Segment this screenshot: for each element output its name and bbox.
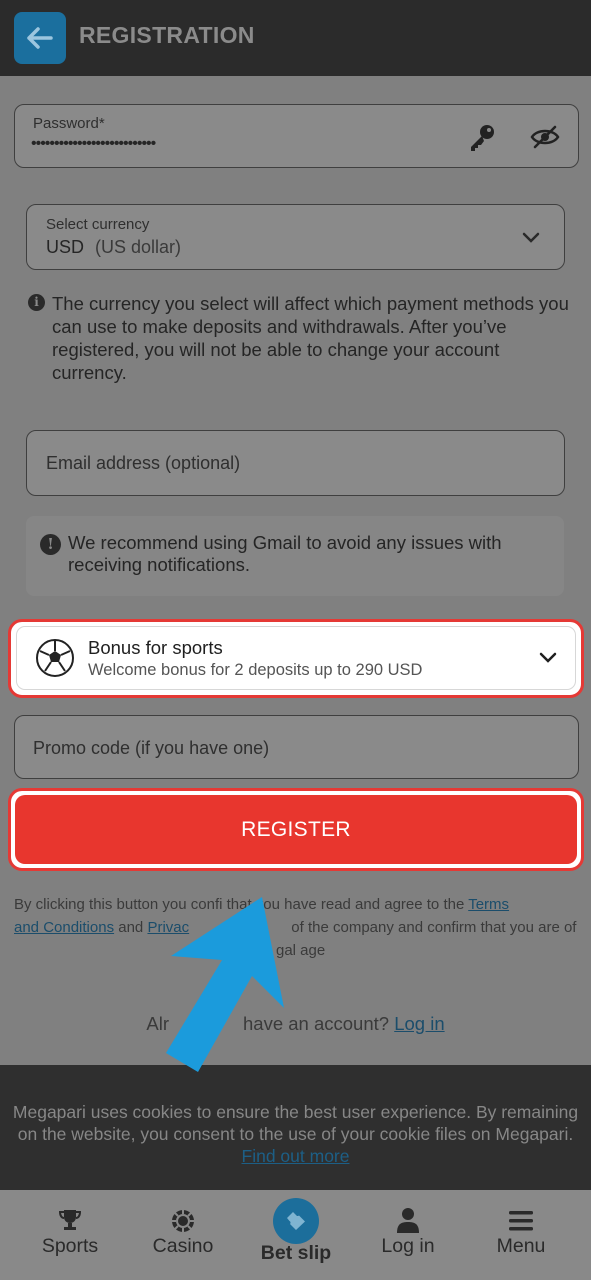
currency-label: Select currency [46, 216, 150, 233]
chevron-down-icon [539, 652, 557, 663]
casino-chip-icon [172, 1210, 194, 1232]
currency-select[interactable]: Select currency USD (US dollar) [26, 204, 565, 270]
eye-slash-icon[interactable] [530, 123, 560, 151]
nav-item-casino[interactable]: Casino [138, 1190, 228, 1280]
back-button[interactable] [14, 12, 66, 64]
ticket-icon [287, 1212, 305, 1230]
login-prompt-text: have an account? [243, 1013, 395, 1034]
user-icon [397, 1208, 419, 1233]
find-out-more-link[interactable]: Find out more [242, 1146, 350, 1166]
nav-item-sports[interactable]: Sports [25, 1190, 115, 1280]
terms-link[interactable]: Terms [468, 896, 509, 913]
nav-label: Menu [496, 1235, 546, 1257]
currency-code: USD [46, 237, 85, 257]
ticket-icon-wrap [273, 1198, 319, 1244]
nav-item-login[interactable]: Log in [363, 1190, 453, 1280]
email-placeholder: Email address (optional) [46, 453, 241, 473]
nav-label: Sports [41, 1235, 99, 1257]
nav-label: Bet slip [260, 1242, 332, 1264]
bottom-nav: Sports Casino Bet slip Log in Menu [0, 1190, 591, 1280]
cookie-banner: Megapari uses cookies to ensure the best… [0, 1065, 591, 1190]
email-note-text: We recommend using Gmail to avoid any is… [68, 532, 502, 575]
terms-text-part: that you have read and agree to the [222, 896, 469, 913]
app-header: REGISTRATION [0, 0, 591, 76]
bonus-title: Bonus for sports [88, 637, 223, 658]
bonus-select-inner[interactable]: Bonus for sports Welcome bonus for 2 dep… [16, 626, 576, 690]
email-field[interactable]: Email address (optional) [26, 430, 565, 496]
terms-link-cont[interactable]: and Conditions [14, 919, 114, 936]
nav-label: Log in [381, 1235, 435, 1257]
nav-item-bet-slip[interactable]: Bet slip [250, 1190, 342, 1280]
cookie-text: Megapari uses cookies to ensure the best… [8, 1101, 583, 1167]
cookie-message: Megapari uses cookies to ensure the best… [12, 1102, 579, 1144]
promo-placeholder: Promo code (if you have one) [33, 738, 270, 758]
privacy-link[interactable]: Privac [147, 919, 189, 936]
password-value: ••••••••••••••••••••••••••• [31, 135, 156, 152]
login-prompt-text: Alr [146, 1013, 169, 1034]
terms-text-part: gal age [276, 942, 326, 959]
password-field[interactable]: Password* ••••••••••••••••••••••••••• [14, 104, 579, 168]
bonus-select[interactable]: Bonus for sports Welcome bonus for 2 dep… [8, 619, 584, 698]
bonus-subtitle: Welcome bonus for 2 deposits up to 290 U… [88, 661, 423, 679]
chevron-down-icon [522, 232, 540, 243]
currency-name: (US dollar) [95, 237, 182, 257]
trophy-icon [58, 1210, 82, 1230]
terms-text-part: By clicking this button you confi [14, 896, 223, 913]
info-icon: i [28, 294, 45, 311]
register-button[interactable]: REGISTER [15, 795, 577, 864]
arrow-left-icon [27, 27, 53, 49]
nav-item-menu[interactable]: Menu [476, 1190, 566, 1280]
menu-icon [509, 1211, 533, 1231]
page-title: REGISTRATION [79, 22, 255, 48]
currency-info-text: The currency you select will affect whic… [52, 293, 569, 383]
terms-text-part: and [114, 919, 148, 936]
login-prompt: Alr have an account? Log in [0, 1013, 591, 1035]
alert-icon: ! [40, 534, 61, 555]
terms-text: By clicking this button you confi that y… [14, 893, 580, 962]
nav-label: Casino [152, 1235, 214, 1257]
key-icon[interactable] [467, 123, 497, 153]
terms-text-part: of the company and confirm that you are … [287, 919, 577, 936]
soccer-ball-icon [36, 639, 74, 677]
promo-code-field[interactable]: Promo code (if you have one) [14, 715, 579, 779]
password-label: Password* [33, 115, 105, 132]
register-button-highlight: REGISTER [8, 788, 584, 871]
login-link[interactable]: Log in [394, 1013, 444, 1034]
